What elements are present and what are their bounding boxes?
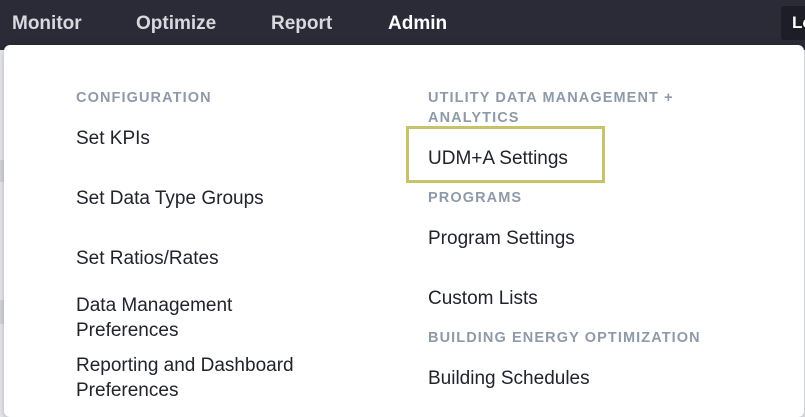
nav-admin[interactable]: Admin: [388, 13, 447, 35]
menu-link-set-kpis[interactable]: Set KPIs: [76, 126, 150, 151]
menu-link-program-settings[interactable]: Program Settings: [428, 226, 575, 251]
menu-link-set-ratios-rates[interactable]: Set Ratios/Rates: [76, 246, 219, 271]
logout-button[interactable]: Lo: [781, 6, 805, 40]
menu-link-reporting-dashboard-preferences[interactable]: Reporting and Dashboard Preferences: [76, 353, 316, 403]
section-heading-configuration: CONFIGURATION: [76, 90, 212, 106]
menu-link-custom-lists[interactable]: Custom Lists: [428, 286, 538, 311]
menu-link-set-data-type-groups[interactable]: Set Data Type Groups: [76, 186, 264, 211]
menu-link-udma-settings[interactable]: UDM+A Settings: [428, 146, 568, 171]
menu-link-data-management-preferences[interactable]: Data Management Preferences: [76, 293, 281, 343]
section-heading-udma: UTILITY DATA MANAGEMENT + ANALYTICS: [428, 90, 674, 126]
section-heading-building-energy-optimization: BUILDING ENERGY OPTIMIZATION: [428, 330, 701, 346]
nav-optimize[interactable]: Optimize: [136, 13, 216, 35]
nav-report[interactable]: Report: [271, 13, 332, 35]
menu-link-building-schedules[interactable]: Building Schedules: [428, 366, 590, 391]
section-heading-programs: PROGRAMS: [428, 190, 523, 206]
nav-monitor[interactable]: Monitor: [12, 13, 82, 35]
top-nav-bar: Monitor Optimize Report Admin Lo: [0, 0, 805, 50]
